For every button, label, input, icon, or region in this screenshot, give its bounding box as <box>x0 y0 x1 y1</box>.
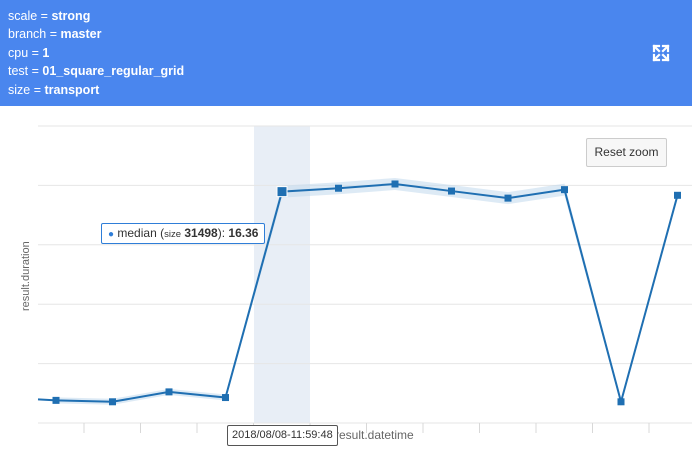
error-band <box>56 177 678 405</box>
param-value: master <box>60 27 102 42</box>
param-key: branch <box>8 27 47 42</box>
param-cpu: cpu = 1 <box>8 45 50 60</box>
param-key: test <box>8 64 29 79</box>
hover-highlight-band <box>254 126 310 423</box>
tooltip-size-value: 31498 <box>184 226 218 240</box>
data-point <box>276 186 288 198</box>
parameter-list: scale = strong branch = master cpu = 1 t… <box>8 7 184 99</box>
header-bar: scale = strong branch = master cpu = 1 t… <box>0 0 692 106</box>
data-point <box>674 191 681 199</box>
data-point <box>222 394 229 402</box>
tooltip: ● median (size 31498): 16.36 <box>101 223 266 244</box>
expand-button[interactable] <box>651 43 671 63</box>
param-value: transport <box>44 82 100 97</box>
x-axis-label: result.datetime <box>335 428 414 442</box>
param-value: 01_square_regular_grid <box>42 64 185 79</box>
param-value: 1 <box>42 45 50 60</box>
data-point <box>448 187 455 195</box>
tooltip-bullet: ● <box>108 229 115 240</box>
tooltip-size-label: size <box>164 229 181 240</box>
chart-area[interactable]: Reset zoom result.duration result.dateti… <box>0 106 692 467</box>
data-point <box>109 398 116 406</box>
param-key: cpu <box>8 45 29 60</box>
data-point <box>391 180 399 188</box>
tooltip-series-name: median <box>117 226 157 240</box>
data-point <box>335 184 342 192</box>
expand-icon <box>652 44 670 62</box>
param-key: scale <box>8 9 38 23</box>
param-size: size = transport <box>8 82 100 97</box>
param-key: size <box>8 82 31 97</box>
data-point <box>52 396 60 404</box>
tooltip-value: 16.36 <box>228 226 259 240</box>
data-point <box>617 398 625 406</box>
reset-zoom-button[interactable]: Reset zoom <box>586 138 667 167</box>
param-value: strong <box>51 9 91 23</box>
x-crosshair-label: 2018/08/08-11:59:48 <box>227 425 338 446</box>
param-test: test = 01_square_regular_grid <box>8 64 185 79</box>
param-branch: branch = master <box>8 27 102 42</box>
data-point <box>504 194 512 202</box>
data-point <box>165 388 173 396</box>
series-line <box>37 182 679 406</box>
param-scale: scale = strong <box>8 9 91 23</box>
data-point <box>561 186 568 194</box>
y-axis-label: result.duration <box>20 241 32 311</box>
